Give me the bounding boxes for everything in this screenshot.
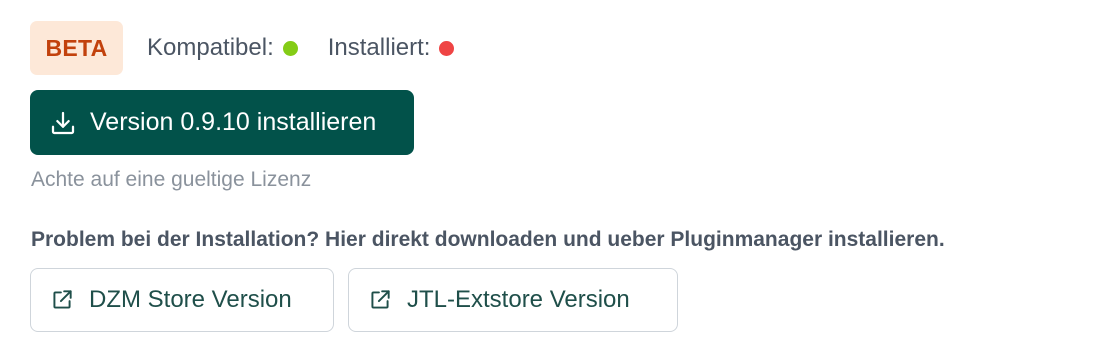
external-link-icon [49,287,75,313]
installed-status-dot [439,40,455,56]
dzm-store-version-label: DZM Store Version [89,286,292,313]
install-button-label: Version 0.9.10 installieren [90,108,377,136]
compatible-label: Kompatibel: [147,34,274,61]
installed-label: Installiert: [327,34,431,61]
jtl-extstore-version-label: JTL-Extstore Version [407,286,630,313]
installation-problem-text: Problem bei der Installation? Hier direk… [31,228,945,251]
external-link-icon [367,287,393,313]
compatible-status: Kompatibel: [147,34,298,62]
jtl-extstore-version-button[interactable]: JTL-Extstore Version [348,268,678,332]
license-hint: Achte auf eine gueltige Lizenz [31,168,312,191]
installed-status: Installiert: [328,34,455,62]
download-icon [48,108,78,138]
beta-badge: BETA [30,21,123,75]
dzm-store-version-button[interactable]: DZM Store Version [30,268,334,332]
compatible-status-dot [282,40,298,56]
install-version-button[interactable]: Version 0.9.10 installieren [30,90,414,155]
status-row: BETA Kompatibel: Installiert: [30,21,455,75]
